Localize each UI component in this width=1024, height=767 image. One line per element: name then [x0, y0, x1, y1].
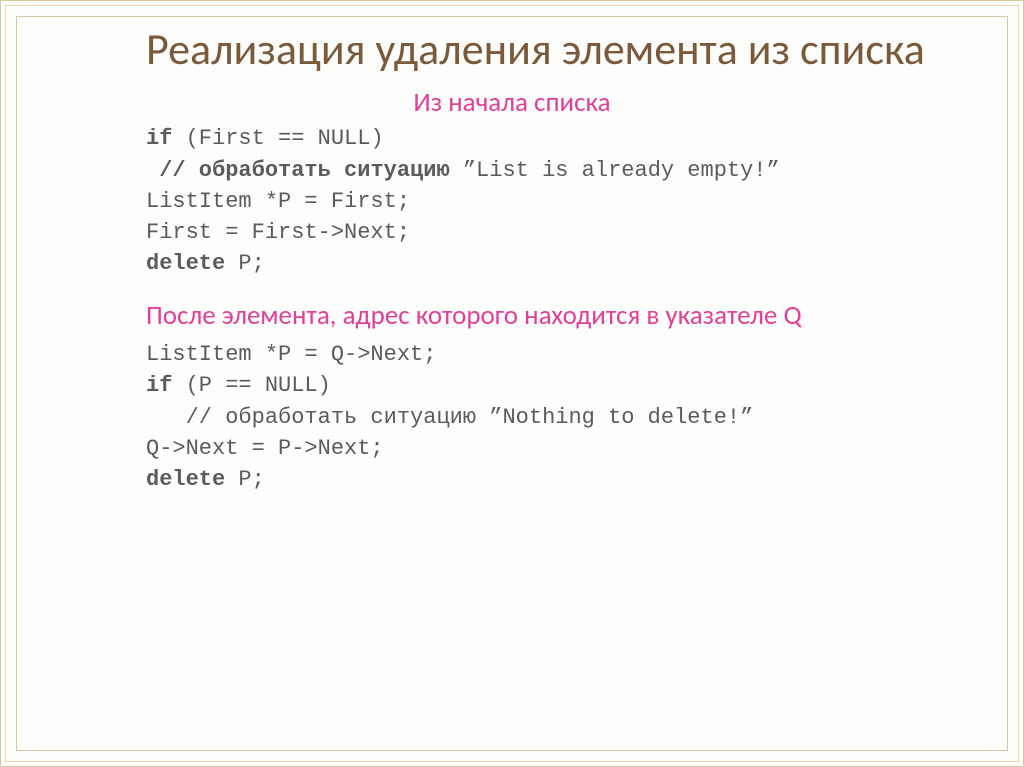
- section1-heading: Из начала списка: [56, 86, 968, 119]
- section2-code: ListItem *P = Q->Next; if (P == NULL) //…: [146, 339, 968, 495]
- slide-title: Реализация удаления элемента из списка: [146, 25, 968, 74]
- section1-code: if (First == NULL) // обработать ситуаци…: [146, 123, 968, 279]
- section2-heading: После элемента, адрес которого находится…: [146, 299, 968, 333]
- slide: Реализация удаления элемента из списка И…: [0, 0, 1024, 767]
